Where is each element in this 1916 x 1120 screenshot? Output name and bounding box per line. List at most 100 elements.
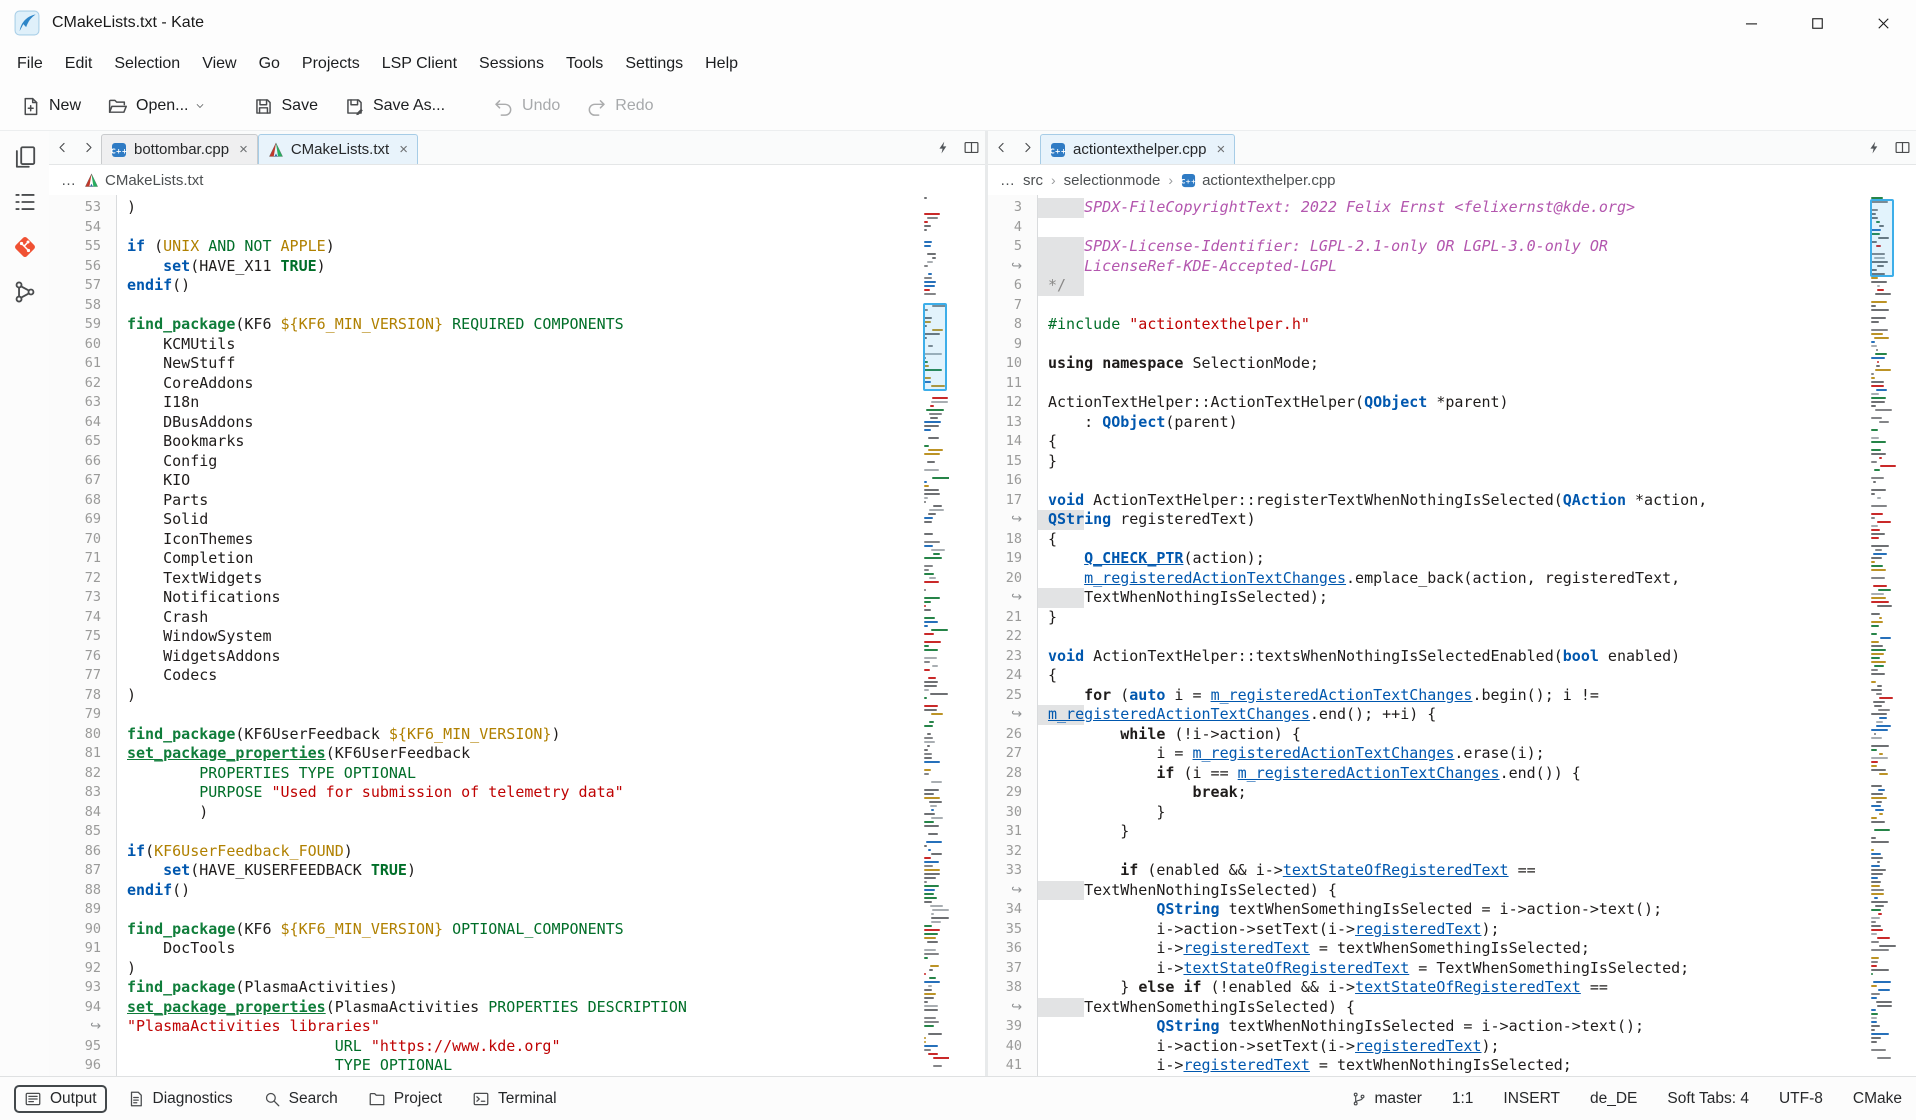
code-line[interactable]: PURPOSE "Used for submission of telemetr… — [127, 783, 923, 803]
code-line[interactable]: Parts — [127, 491, 923, 511]
code-line[interactable]: ) — [127, 959, 923, 979]
tabs-scroll-left[interactable] — [49, 131, 75, 164]
code-line[interactable]: { — [1048, 530, 1870, 550]
minimap[interactable] — [1870, 197, 1896, 1076]
code-line[interactable]: WindowSystem — [127, 627, 923, 647]
git-toolview[interactable] — [11, 233, 38, 260]
breadcrumb-item[interactable]: … — [61, 172, 76, 189]
split-view-icon[interactable] — [957, 131, 985, 164]
code-line[interactable] — [1048, 842, 1870, 862]
code-line[interactable]: i->registeredText = textWhenSomethingIsS… — [1048, 939, 1870, 959]
statusbar-de-de[interactable]: de_DE — [1590, 1090, 1637, 1108]
code-line[interactable]: for (auto i = m_registeredActionTextChan… — [1048, 686, 1870, 706]
code-line[interactable]: } else if (!enabled && i->textStateOfReg… — [1048, 978, 1870, 998]
menu-file[interactable]: File — [6, 50, 54, 78]
statusbar-terminal[interactable]: Terminal — [462, 1085, 567, 1113]
code-line[interactable]: TYPE OPTIONAL — [127, 1056, 923, 1076]
code-line[interactable]: CoreAddons — [127, 374, 923, 394]
code-line[interactable]: i->registeredText = textWhenNothingIsSel… — [1048, 1056, 1870, 1076]
code-line[interactable]: void ActionTextHelper::registerTextWhenN… — [1048, 491, 1870, 511]
code-line[interactable]: PROPERTIES TYPE OPTIONAL — [127, 764, 923, 784]
code-line[interactable]: TextWhenSomethingIsSelected) { — [1048, 998, 1870, 1018]
code-line[interactable] — [1048, 296, 1870, 316]
tabs-scroll-right[interactable] — [1014, 131, 1040, 164]
code-line[interactable]: } — [1048, 452, 1870, 472]
menu-lsp-client[interactable]: LSP Client — [371, 50, 468, 78]
quick-open-icon[interactable] — [1860, 131, 1888, 164]
statusbar-cmake[interactable]: CMake — [1853, 1090, 1902, 1108]
code-line[interactable]: if (enabled && i->textStateOfRegisteredT… — [1048, 861, 1870, 881]
toolbar-save-as[interactable]: Save As... — [334, 89, 455, 124]
statusbar-insert[interactable]: INSERT — [1503, 1090, 1560, 1108]
menu-projects[interactable]: Projects — [291, 50, 371, 78]
symbols-toolview[interactable] — [11, 188, 38, 215]
editor[interactable]: 345↪67891011121314151617↪181920↪21222324… — [988, 195, 1916, 1076]
menu-selection[interactable]: Selection — [103, 50, 191, 78]
code-line[interactable] — [1048, 374, 1870, 394]
code-line[interactable]: i = m_registeredActionTextChanges.erase(… — [1048, 744, 1870, 764]
code-line[interactable]: "PlasmaActivities libraries" — [127, 1017, 923, 1037]
statusbar-search[interactable]: Search — [253, 1085, 348, 1113]
code-line[interactable]: find_package(KF6 ${KF6_MIN_VERSION} REQU… — [127, 315, 923, 335]
menu-tools[interactable]: Tools — [555, 50, 614, 78]
minimap-viewport[interactable] — [923, 303, 947, 391]
toolbar-save[interactable]: Save — [243, 89, 328, 124]
code-line[interactable]: } — [1048, 822, 1870, 842]
code-line[interactable]: while (!i->action) { — [1048, 725, 1870, 745]
statusbar-soft-tabs-4[interactable]: Soft Tabs: 4 — [1667, 1090, 1749, 1108]
tabs-scroll-right[interactable] — [75, 131, 101, 164]
minimize-button[interactable] — [1718, 0, 1784, 46]
breadcrumb-item[interactable]: … — [1000, 172, 1015, 189]
menu-edit[interactable]: Edit — [54, 50, 104, 78]
code-line[interactable]: KIO — [127, 471, 923, 491]
editor[interactable]: 5354555657585960616263646566676869707172… — [49, 195, 985, 1076]
quick-open-icon[interactable] — [929, 131, 957, 164]
code-line[interactable]: find_package(PlasmaActivities) — [127, 978, 923, 998]
code-line[interactable]: TextWidgets — [127, 569, 923, 589]
code-line[interactable]: { — [1048, 666, 1870, 686]
code-line[interactable]: DBusAddons — [127, 413, 923, 433]
code-line[interactable] — [1048, 218, 1870, 238]
statusbar-1-1[interactable]: 1:1 — [1452, 1090, 1474, 1108]
breadcrumb-item[interactable]: C++actiontexthelper.cpp — [1181, 172, 1335, 189]
code-line[interactable]: QString textWhenNothingIsSelected = i->a… — [1048, 1017, 1870, 1037]
code-line[interactable]: set(HAVE_KUSERFEEDBACK TRUE) — [127, 861, 923, 881]
code-line[interactable]: Codecs — [127, 666, 923, 686]
code-line[interactable] — [1048, 335, 1870, 355]
code-line[interactable]: Config — [127, 452, 923, 472]
code-line[interactable] — [127, 705, 923, 725]
documents-toolview[interactable] — [11, 143, 38, 170]
tab-bottombar-cpp[interactable]: C++bottombar.cpp× — [101, 134, 258, 164]
toolbar-open[interactable]: Open... — [97, 89, 214, 124]
code-line[interactable] — [127, 218, 923, 238]
statusbar-diagnostics[interactable]: Diagnostics — [117, 1085, 243, 1113]
code-line[interactable]: i->action->setText(i->registeredText); — [1048, 920, 1870, 940]
menu-view[interactable]: View — [191, 50, 247, 78]
code-line[interactable]: set_package_properties(KF6UserFeedback — [127, 744, 923, 764]
statusbar-output[interactable]: Output — [14, 1085, 107, 1113]
code-line[interactable]: QString registeredText) — [1048, 510, 1870, 530]
code-line[interactable]: } — [1048, 803, 1870, 823]
code-line[interactable]: DocTools — [127, 939, 923, 959]
code-line[interactable]: m_registeredActionTextChanges.end(); ++i… — [1048, 705, 1870, 725]
code-line[interactable]: endif() — [127, 276, 923, 296]
code-line[interactable]: SPDX-License-Identifier: LGPL-2.1-only O… — [1048, 237, 1870, 257]
code-line[interactable]: set_package_properties(PlasmaActivities … — [127, 998, 923, 1018]
code-line[interactable]: WidgetsAddons — [127, 647, 923, 667]
maximize-button[interactable] — [1784, 0, 1850, 46]
tab-actiontexthelper-cpp[interactable]: C++actiontexthelper.cpp× — [1040, 134, 1235, 164]
toolbar-undo[interactable]: Undo — [483, 89, 570, 124]
code-line[interactable]: void ActionTextHelper::textsWhenNothingI… — [1048, 647, 1870, 667]
menu-go[interactable]: Go — [248, 50, 291, 78]
code-line[interactable]: if (i == m_registeredActionTextChanges.e… — [1048, 764, 1870, 784]
breadcrumb-item[interactable]: selectionmode — [1064, 172, 1161, 189]
code-line[interactable]: endif() — [127, 881, 923, 901]
code-line[interactable]: Q_CHECK_PTR(action); — [1048, 549, 1870, 569]
code-line[interactable]: KCMUtils — [127, 335, 923, 355]
code-line[interactable]: TextWhenNothingIsSelected) { — [1048, 881, 1870, 901]
code-line[interactable]: URL "https://www.kde.org" — [127, 1037, 923, 1057]
code-line[interactable] — [127, 900, 923, 920]
toolbar-redo[interactable]: Redo — [576, 89, 663, 124]
split-view-icon[interactable] — [1888, 131, 1916, 164]
code-line[interactable]: m_registeredActionTextChanges.emplace_ba… — [1048, 569, 1870, 589]
